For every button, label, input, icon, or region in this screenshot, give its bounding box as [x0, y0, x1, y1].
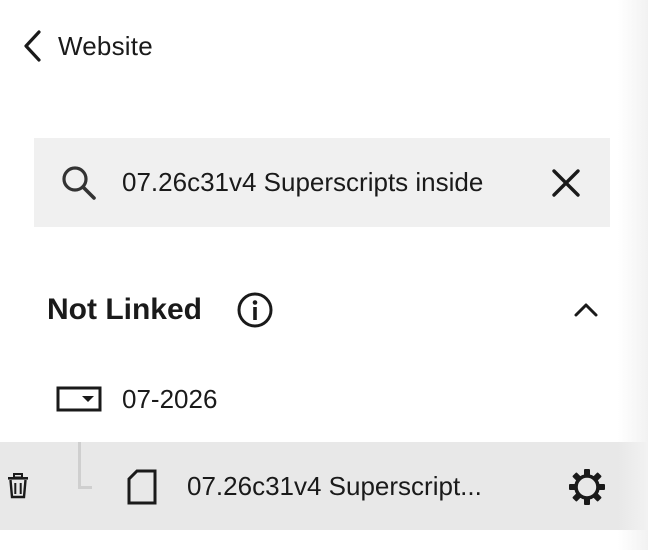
close-icon[interactable]	[549, 166, 583, 200]
page-icon	[127, 469, 157, 505]
info-icon[interactable]	[236, 291, 274, 329]
section-title: Not Linked	[47, 293, 202, 326]
gear-icon[interactable]	[568, 468, 606, 506]
folder-item[interactable]: 07-2026	[56, 378, 217, 420]
chevron-up-icon[interactable]	[573, 298, 599, 322]
tree-connector-line	[78, 442, 92, 489]
folder-label: 07-2026	[122, 383, 218, 414]
search-icon	[60, 164, 98, 202]
page-item[interactable]: 07.26c31v4 Superscript...	[0, 442, 648, 530]
back-link-label: Website	[58, 30, 153, 61]
search-input[interactable]: 07.26c31v4 Superscripts inside	[122, 138, 527, 227]
folder-dropdown-icon	[56, 386, 102, 412]
search-bar[interactable]: 07.26c31v4 Superscripts inside	[34, 138, 610, 227]
trash-icon[interactable]	[7, 473, 29, 499]
not-linked-section-header: Not Linked	[47, 288, 607, 332]
back-to-website-link[interactable]: Website	[22, 28, 153, 64]
chevron-left-icon	[22, 29, 44, 63]
page-title: 07.26c31v4 Superscript...	[187, 471, 482, 501]
